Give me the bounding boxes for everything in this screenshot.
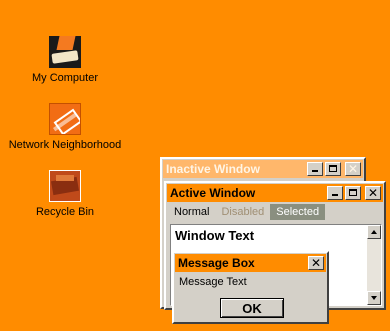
desktop-icon-network-neighborhood[interactable]: Network Neighborhood xyxy=(0,103,130,151)
scroll-up-button[interactable] xyxy=(367,225,381,239)
close-icon: ✕ xyxy=(310,256,322,270)
close-button[interactable]: ✕ xyxy=(345,162,361,176)
recycle-bin-icon xyxy=(49,170,81,202)
menu-item-normal[interactable]: Normal xyxy=(168,204,215,220)
message-text: Message Text xyxy=(179,276,247,288)
active-window-titlebar[interactable]: Active Window ✕ xyxy=(167,184,383,202)
desktop-icon-label: Network Neighborhood xyxy=(8,139,122,151)
ok-button[interactable]: OK xyxy=(220,298,284,318)
desktop-icon-recycle-bin[interactable]: Recycle Bin xyxy=(0,170,130,218)
message-box[interactable]: Message Box ✕ Message Text OK xyxy=(172,251,329,324)
message-box-title: Message Box xyxy=(178,256,255,270)
desktop-icon-label: My Computer xyxy=(31,72,99,84)
network-neighborhood-icon xyxy=(49,103,81,135)
menu-item-disabled: Disabled xyxy=(221,206,265,218)
desktop-icon-my-computer[interactable]: My Computer xyxy=(0,36,130,84)
close-button[interactable]: ✕ xyxy=(365,186,381,200)
active-window-title: Active Window xyxy=(170,186,256,200)
message-box-titlebar[interactable]: Message Box ✕ xyxy=(175,254,326,272)
scroll-down-button[interactable] xyxy=(367,291,381,305)
maximize-button[interactable] xyxy=(325,162,341,176)
vertical-scrollbar[interactable] xyxy=(367,225,381,305)
inactive-window-title: Inactive Window xyxy=(166,162,260,176)
minimize-button[interactable] xyxy=(307,162,323,176)
minimize-button[interactable] xyxy=(327,186,343,200)
my-computer-icon xyxy=(49,36,81,68)
close-icon: ✕ xyxy=(347,162,359,176)
menu-item-selected[interactable]: Selected xyxy=(270,204,326,220)
inactive-window-titlebar[interactable]: Inactive Window ✕ xyxy=(163,160,363,178)
close-button[interactable]: ✕ xyxy=(308,256,324,270)
close-icon: ✕ xyxy=(367,186,379,200)
window-text: Window Text xyxy=(175,228,255,243)
desktop-icon-label: Recycle Bin xyxy=(35,206,95,218)
menu-bar: Normal Disabled Selected xyxy=(166,203,384,221)
maximize-button[interactable] xyxy=(345,186,361,200)
